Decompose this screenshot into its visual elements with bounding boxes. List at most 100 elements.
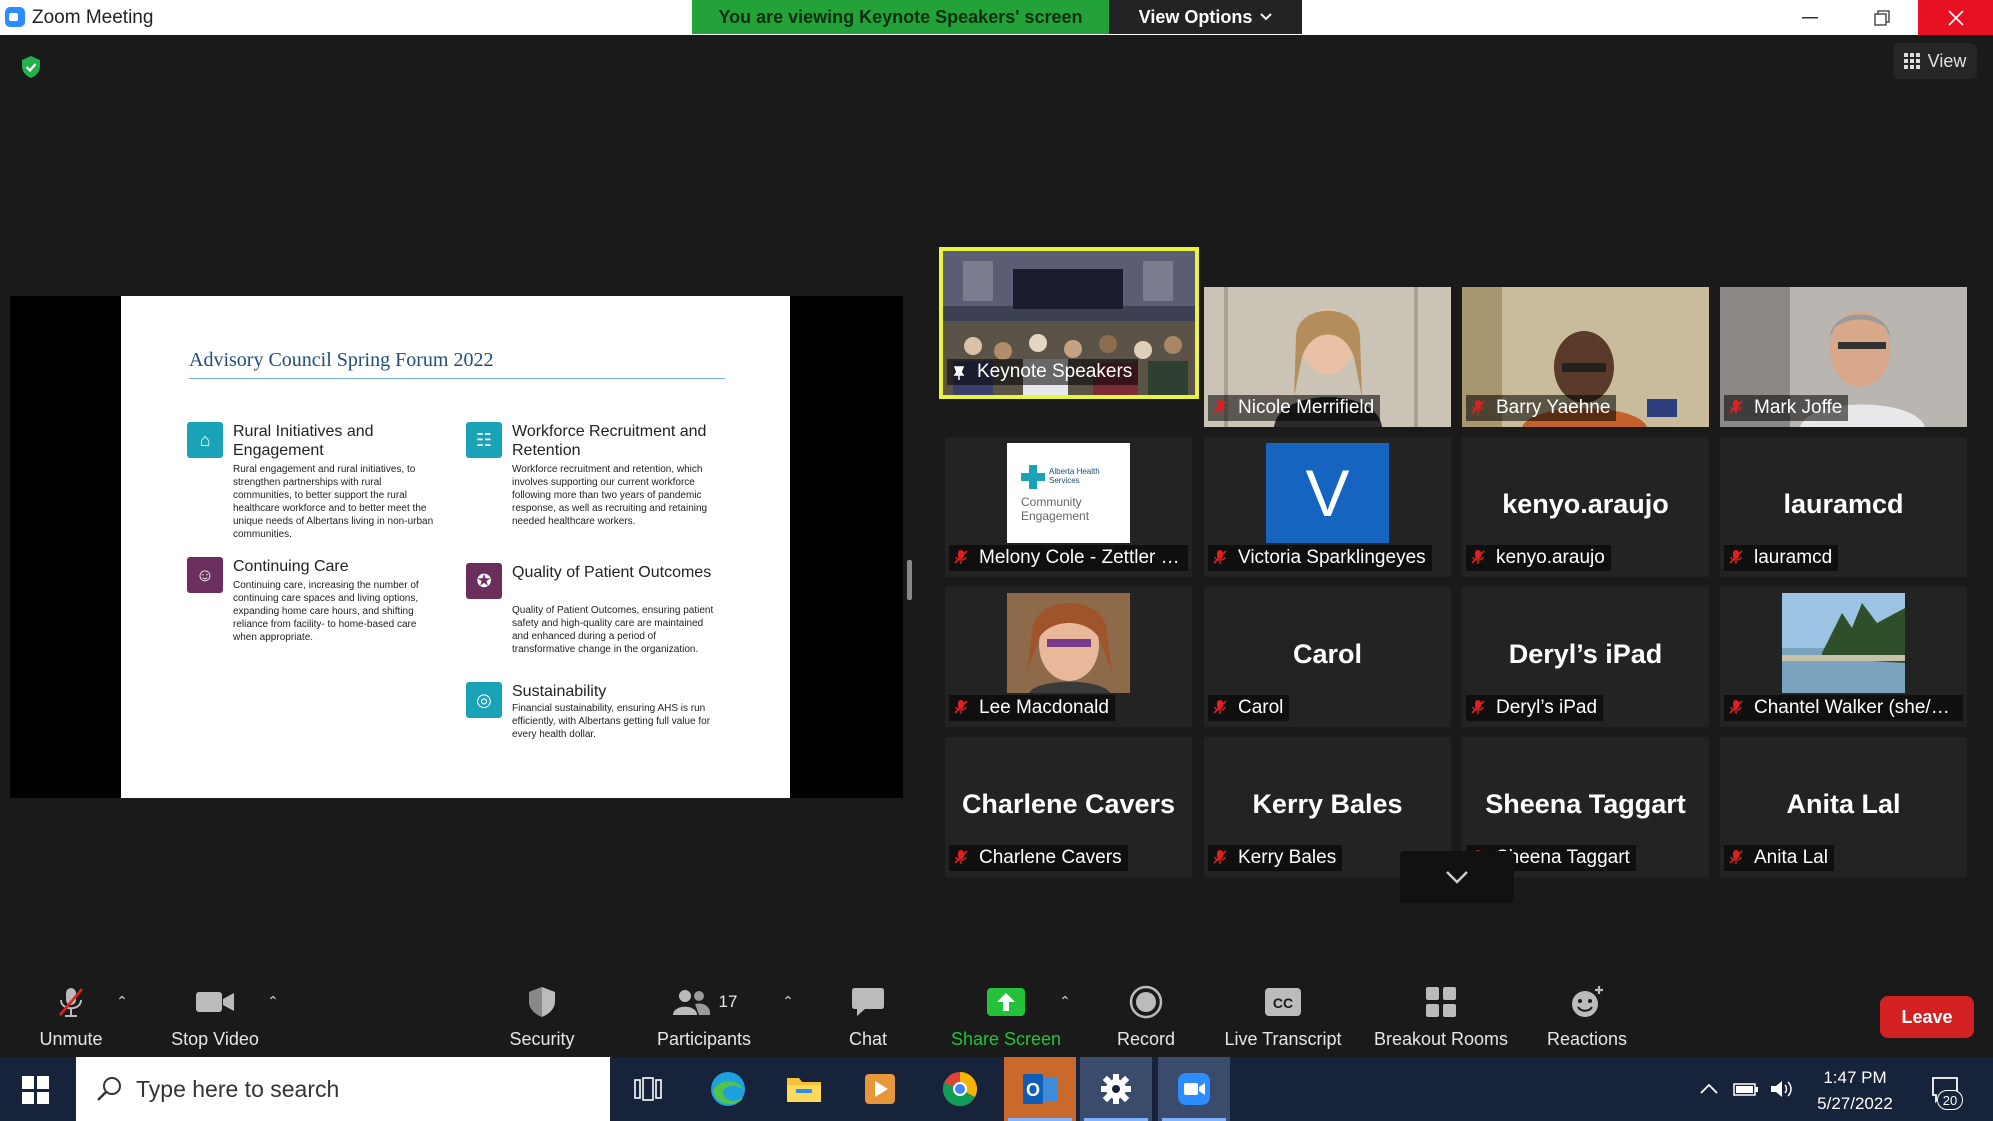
live-transcript-label: Live Transcript — [1224, 1029, 1342, 1049]
slide-item-heading: Continuing Care — [233, 558, 349, 575]
security-shield-icon — [529, 987, 555, 1017]
slide-item-body: Financial sustainability, ensuring AHS i… — [512, 703, 711, 740]
smiley-add-icon — [1572, 986, 1603, 1017]
clock-date: 5/27/2022 — [1817, 1094, 1893, 1113]
participant-tile[interactable]: Carol Carol — [1204, 587, 1451, 727]
muted-mic-icon — [1471, 700, 1485, 714]
settings-taskbar-icon[interactable] — [1080, 1057, 1152, 1121]
participant-tile[interactable]: Barry Yaehne — [1462, 287, 1709, 427]
window-title: Zoom Meeting — [32, 7, 154, 28]
participant-tile-active-speaker[interactable]: Keynote Speakers — [939, 247, 1199, 399]
volume-button[interactable] — [1766, 1057, 1796, 1121]
reactions-button[interactable]: Reactions — [1545, 957, 1629, 1057]
security-button[interactable]: Security — [500, 957, 584, 1057]
view-options-button[interactable]: View Options — [1109, 0, 1302, 34]
participants-button[interactable]: 17 Participants — [648, 957, 760, 1057]
participant-tile[interactable]: Deryl’s iPad Deryl’s iPad — [1462, 587, 1709, 727]
quality-award-icon: ✪ — [466, 563, 502, 599]
split-view-drag-handle[interactable] — [907, 560, 912, 600]
participant-tile[interactable]: lauramcd lauramcd — [1720, 437, 1967, 577]
video-options-caret[interactable]: ⌃ — [263, 957, 283, 1057]
task-view-button[interactable] — [612, 1057, 684, 1121]
chevron-down-icon — [1260, 13, 1273, 21]
participant-display-name: Kerry Bales — [1252, 789, 1403, 819]
participant-tile[interactable]: Lee Macdonald — [945, 587, 1192, 727]
media-player-taskbar-icon[interactable] — [844, 1057, 916, 1121]
search-placeholder: Type here to search — [136, 1076, 340, 1102]
restore-button[interactable] — [1846, 0, 1918, 35]
muted-mic-icon — [1729, 400, 1743, 414]
share-options-caret[interactable]: ⌃ — [1055, 957, 1075, 1057]
battery-icon — [1733, 1083, 1758, 1096]
encryption-shield-icon[interactable] — [20, 55, 42, 79]
zoom-app-icon — [5, 7, 25, 27]
record-button[interactable]: Record — [1112, 957, 1180, 1057]
live-transcript-button[interactable]: CC Live Transcript — [1220, 957, 1346, 1057]
breakout-rooms-button[interactable]: Breakout Rooms — [1370, 957, 1512, 1057]
battery-status-button[interactable] — [1730, 1057, 1762, 1121]
close-button[interactable] — [1918, 0, 1993, 35]
participant-display-name: Carol — [1292, 639, 1363, 669]
chat-button[interactable]: Chat — [846, 957, 890, 1057]
caregiver-icon: ☺ — [187, 557, 223, 593]
participant-tile[interactable]: Anita Lal Anita Lal — [1720, 737, 1967, 877]
view-layout-button[interactable]: View — [1893, 43, 1977, 79]
participant-display-name: lauramcd — [1783, 489, 1904, 519]
participant-tile[interactable]: kenyo.araujo kenyo.araujo — [1462, 437, 1709, 577]
stop-video-button[interactable]: Stop Video — [165, 957, 265, 1057]
participant-tile[interactable]: Nicole Merrifield — [1204, 287, 1451, 427]
close-icon — [1947, 9, 1964, 26]
minimize-button[interactable] — [1774, 0, 1846, 35]
muted-mic-icon — [1729, 850, 1743, 864]
participant-name: Charlene Cavers — [949, 845, 1128, 871]
slide-item-body: Quality of Patient Outcomes, ensuring pa… — [512, 605, 714, 655]
muted-mic-icon — [1213, 700, 1227, 714]
edge-browser-taskbar-icon[interactable] — [692, 1057, 764, 1121]
unmute-button[interactable]: Unmute — [30, 957, 112, 1057]
next-page-participants-button[interactable] — [1400, 851, 1514, 903]
muted-mic-icon — [1213, 400, 1227, 414]
chat-label: Chat — [848, 1029, 888, 1049]
svg-text:CC: CC — [1273, 995, 1293, 1011]
audio-options-caret[interactable]: ⌃ — [112, 957, 132, 1057]
breakout-rooms-label: Breakout Rooms — [1373, 1029, 1509, 1049]
leave-meeting-button[interactable]: Leave — [1880, 996, 1974, 1038]
participant-tile[interactable]: Charlene Cavers Charlene Cavers — [945, 737, 1192, 877]
gear-icon — [1101, 1074, 1131, 1104]
muted-mic-icon — [1729, 550, 1743, 564]
viewing-screen-banner: You are viewing Keynote Speakers' screen — [692, 0, 1109, 34]
caret-up-icon: ⌃ — [1059, 993, 1071, 1009]
system-clock[interactable]: 1:47 PM 5/27/2022 — [1795, 1065, 1915, 1117]
participant-photo — [1007, 593, 1130, 693]
security-label: Security — [509, 1029, 575, 1049]
slide-item-body: Workforce recruitment and retention, whi… — [512, 464, 708, 527]
windows-start-button[interactable] — [22, 1076, 50, 1104]
participant-tile[interactable]: Chantel Walker (she/h... — [1720, 587, 1967, 727]
outlook-taskbar-icon[interactable]: O — [1004, 1057, 1076, 1121]
participant-name: Kerry Bales — [1208, 845, 1343, 871]
zoom-taskbar-icon[interactable] — [1158, 1057, 1230, 1121]
muted-mic-icon — [954, 550, 968, 564]
caret-up-icon: ⌃ — [116, 993, 128, 1009]
file-explorer-taskbar-icon[interactable] — [768, 1057, 840, 1121]
participants-options-caret[interactable]: ⌃ — [778, 957, 798, 1057]
participant-name: Barry Yaehne — [1466, 395, 1617, 421]
show-hidden-icons-button[interactable] — [1694, 1057, 1724, 1121]
windows-taskbar: Type here to search O 1:47 PM 5/27/2022 … — [0, 1057, 1993, 1121]
record-icon — [1129, 985, 1163, 1019]
clock-time: 1:47 PM — [1823, 1068, 1887, 1087]
participant-tile[interactable]: Mark Joffe — [1720, 287, 1967, 427]
muted-mic-icon — [1213, 550, 1227, 564]
muted-mic-icon — [59, 988, 83, 1017]
muted-mic-icon — [954, 850, 968, 864]
participant-tile[interactable]: Alberta Health Services Community Engage… — [945, 437, 1192, 577]
title-bar: Zoom Meeting You are viewing Keynote Spe… — [0, 0, 1993, 35]
taskbar-search-box[interactable]: Type here to search — [76, 1057, 610, 1121]
participant-tile[interactable]: V Victoria Sparklingeyes — [1204, 437, 1451, 577]
chrome-taskbar-icon[interactable] — [924, 1057, 996, 1121]
meeting-toolbar: Unmute ⌃ Stop Video ⌃ Security 17 Partic… — [0, 957, 1993, 1057]
muted-mic-icon — [1213, 850, 1227, 864]
meeting-area: View Advisory Council Spring Forum 2022 … — [0, 35, 1993, 957]
participant-name: Deryl’s iPad — [1466, 695, 1604, 721]
share-screen-button[interactable]: Share Screen — [950, 957, 1062, 1057]
